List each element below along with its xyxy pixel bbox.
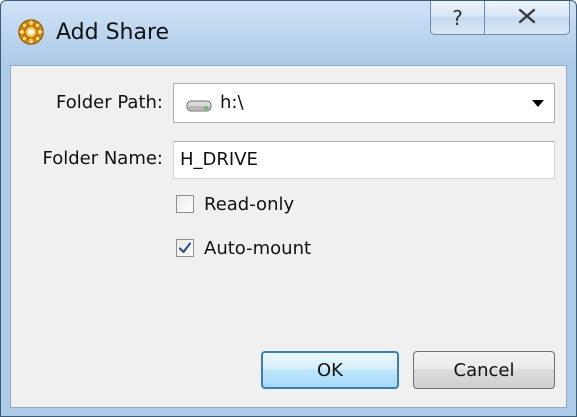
cancel-button-label: Cancel <box>453 359 515 381</box>
read-only-checkbox[interactable] <box>176 195 194 213</box>
ok-button[interactable]: OK <box>261 351 399 389</box>
folder-path-combobox[interactable]: h:\ <box>173 83 555 123</box>
add-share-dialog: Add Share ? Folder Path: h:\ Folder Name… <box>0 0 577 417</box>
window-title: Add Share <box>56 20 170 45</box>
cancel-button[interactable]: Cancel <box>413 351 555 389</box>
help-button[interactable]: ? <box>430 1 484 35</box>
dialog-body: Folder Path: h:\ Folder Name: H_DRIVE Re… <box>10 65 567 408</box>
folder-name-field[interactable]: H_DRIVE <box>173 141 555 179</box>
app-gear-icon <box>17 18 45 46</box>
close-button[interactable] <box>484 1 570 35</box>
title-buttons: ? <box>430 1 570 37</box>
close-icon <box>517 8 537 28</box>
folder-name-value: H_DRIVE <box>180 149 258 170</box>
title-bar[interactable]: Add Share ? <box>1 1 576 65</box>
folder-path-label: Folder Path: <box>56 92 163 113</box>
folder-name-label: Folder Name: <box>42 148 163 169</box>
chevron-down-icon[interactable] <box>532 100 544 107</box>
auto-mount-label: Auto-mount <box>204 238 312 259</box>
folder-path-value: h:\ <box>220 92 244 113</box>
drive-icon <box>186 96 212 114</box>
auto-mount-checkbox[interactable] <box>176 239 194 257</box>
read-only-label: Read-only <box>204 194 295 215</box>
ok-button-label: OK <box>317 359 343 381</box>
help-icon: ? <box>452 5 463 30</box>
checkmark-icon <box>178 242 192 254</box>
